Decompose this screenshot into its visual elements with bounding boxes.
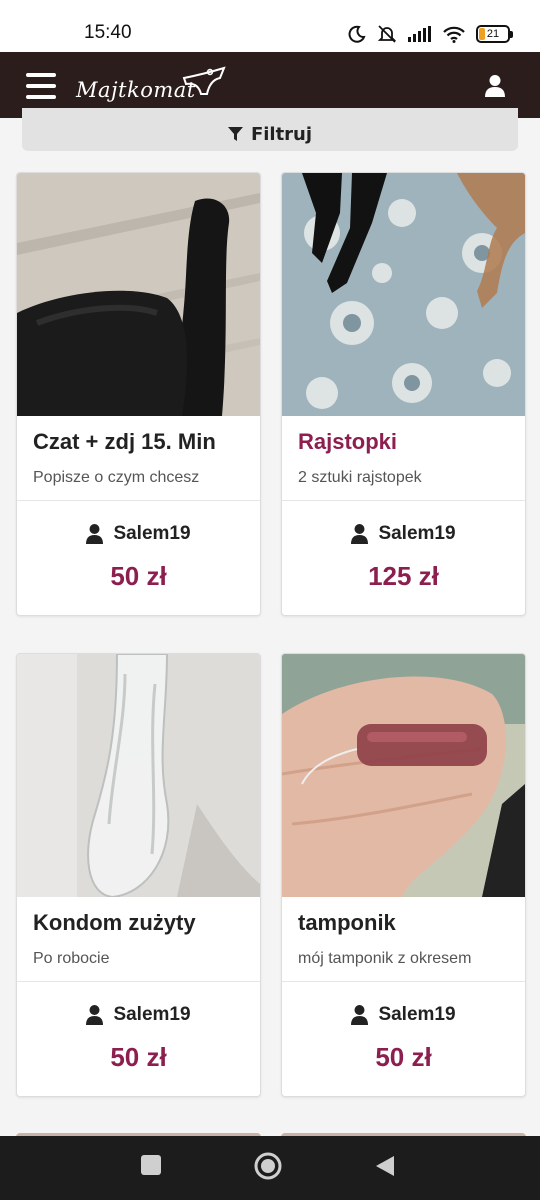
product-description: Po robocie [33, 950, 110, 967]
circle-nav-icon[interactable] [254, 1152, 282, 1180]
seller-name: Salem19 [113, 523, 191, 544]
product-description: mój tamponik z okresem [298, 950, 472, 967]
product-title[interactable]: tamponik [298, 910, 396, 936]
battery-icon: 21 [476, 25, 513, 43]
product-image[interactable] [282, 173, 525, 416]
filter-button[interactable]: Filtruj [22, 108, 518, 151]
product-card[interactable]: Rajstopki 2 sztuki rajstopek Salem19 125… [281, 172, 526, 616]
product-image[interactable] [282, 654, 525, 897]
product-card[interactable]: Kondom zużyty Po robocie Salem19 50 zł [16, 653, 261, 1097]
back-triangle-icon[interactable] [374, 1154, 396, 1178]
signal-icon [408, 26, 431, 42]
square-nav-icon[interactable] [140, 1154, 162, 1176]
card-divider [17, 500, 260, 501]
seller: Salem19 [17, 1004, 260, 1026]
product-price: 50 zł [110, 1042, 167, 1072]
logo-text: Majtkomat [76, 78, 196, 102]
filter-label: Filtruj [250, 124, 313, 145]
moon-icon [348, 25, 366, 43]
product-title[interactable]: Czat + zdj 15. Min [33, 429, 216, 455]
status-bar: 15:40 21 [0, 0, 540, 52]
hamburger-menu-icon[interactable] [26, 73, 56, 99]
seller: Salem19 [282, 523, 525, 545]
product-card[interactable]: Czat + zdj 15. Min Popisze o czym chcesz… [16, 172, 261, 616]
seller: Salem19 [17, 523, 260, 545]
android-nav-bar [0, 1136, 540, 1200]
seller-name: Salem19 [113, 1004, 191, 1025]
product-image[interactable] [17, 654, 260, 897]
product-title[interactable]: Rajstopki [298, 429, 397, 455]
seller-name: Salem19 [378, 523, 456, 544]
person-icon [351, 1005, 369, 1025]
product-price: 50 zł [110, 561, 167, 591]
product-card[interactable]: tamponik mój tamponik z okresem Salem19 … [281, 653, 526, 1097]
user-icon[interactable] [484, 74, 506, 98]
logo-panties-icon [182, 66, 226, 95]
card-divider [282, 500, 525, 501]
seller-name: Salem19 [378, 1004, 456, 1025]
battery-level: 21 [486, 28, 500, 40]
person-icon [351, 524, 369, 544]
product-image[interactable] [17, 173, 260, 416]
mute-icon [377, 25, 397, 43]
product-price: 125 zł [368, 561, 439, 591]
card-divider [17, 981, 260, 982]
status-icons: 21 [348, 24, 513, 44]
product-title[interactable]: Kondom zużyty [33, 910, 196, 936]
card-divider [282, 981, 525, 982]
product-price: 50 zł [375, 1042, 432, 1072]
product-description: Popisze o czym chcesz [33, 469, 200, 486]
wifi-icon [443, 26, 465, 43]
product-description: 2 sztuki rajstopek [298, 469, 422, 486]
status-time: 15:40 [84, 22, 132, 43]
filter-icon [227, 127, 243, 141]
seller: Salem19 [282, 1004, 525, 1026]
person-icon [86, 1005, 104, 1025]
page: 15:40 21 Majtkomat Filtruj Czat + zdj 15… [0, 0, 540, 1200]
person-icon [86, 524, 104, 544]
